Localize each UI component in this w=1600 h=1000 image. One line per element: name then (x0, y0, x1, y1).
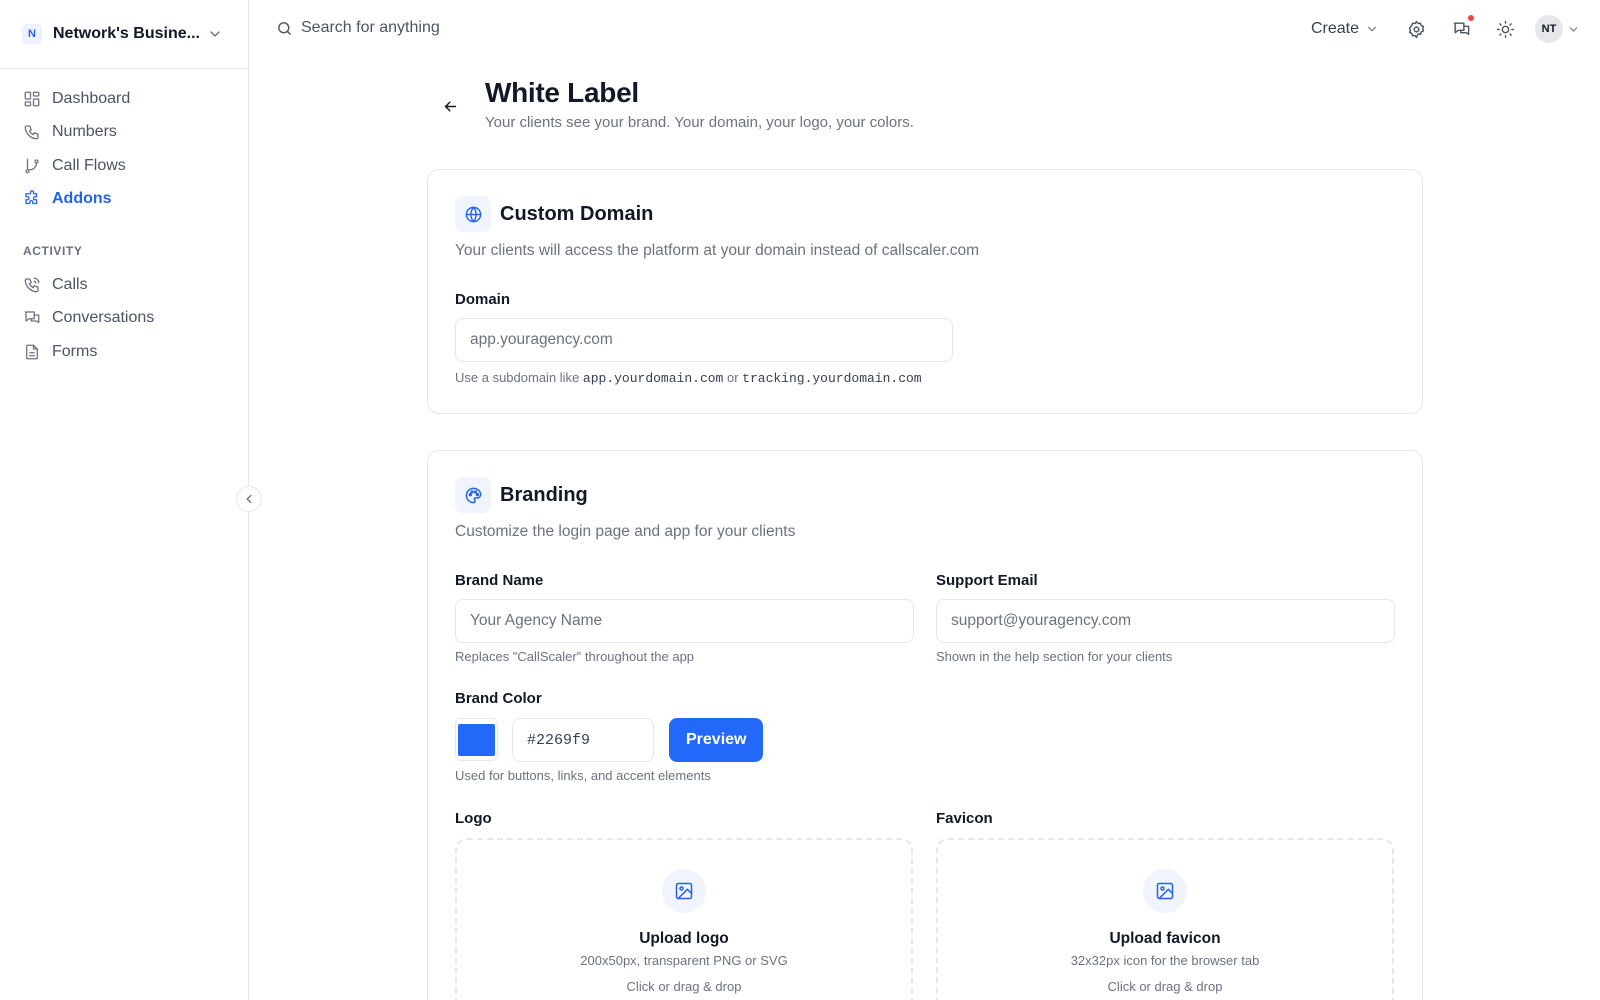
avatar: NT (1535, 15, 1563, 43)
notification-badge (1467, 14, 1475, 22)
create-button[interactable]: Create (1311, 18, 1379, 40)
preview-button[interactable]: Preview (669, 718, 764, 762)
dropzone-subtitle: 200x50px, transparent PNG or SVG (580, 953, 788, 968)
workspace-avatar: N (22, 24, 42, 44)
brand-name-input[interactable] (455, 599, 914, 643)
user-menu[interactable]: NT (1535, 15, 1580, 43)
palette-icon (465, 487, 481, 503)
sun-icon (1496, 20, 1514, 38)
hint-example: app.yourdomain.com (582, 371, 724, 386)
brand-color-label: Brand Color (455, 690, 542, 707)
hint-example: tracking.yourdomain.com (742, 371, 922, 386)
dropzone-title: Upload logo (639, 930, 729, 947)
sidebar-item-label: Numbers (52, 123, 117, 141)
domain-hint: Use a subdomain like app.yourdomain.com … (455, 370, 922, 386)
sidebar-item-label: Forms (52, 342, 98, 360)
sidebar-item-forms[interactable]: Forms (0, 335, 249, 369)
logo-label: Logo (455, 810, 492, 827)
support-email-input[interactable] (936, 599, 1395, 643)
nav-section-activity: ACTIVITY (23, 244, 83, 258)
dropzone-cta: Click or drag & drop (626, 979, 742, 994)
sidebar-item-calls[interactable]: Calls (0, 268, 249, 302)
domain-input[interactable] (455, 318, 953, 362)
gear-icon (1408, 20, 1424, 38)
arrow-left-icon (444, 101, 456, 111)
create-label: Create (1311, 20, 1360, 37)
dropzone-cta: Click or drag & drop (1107, 979, 1223, 994)
sidebar-item-label: Conversations (52, 309, 155, 327)
flow-icon (25, 158, 39, 174)
puzzle-icon (25, 190, 38, 205)
chevron-left-icon (246, 494, 252, 504)
phone-call-icon (24, 277, 40, 293)
sidebar-item-label: Dashboard (52, 89, 131, 107)
card-icon-wrap (455, 477, 491, 513)
domain-label: Domain (455, 291, 511, 308)
page-title: White Label (485, 77, 639, 108)
support-email-label: Support Email (936, 572, 1038, 589)
messages-button[interactable] (1450, 14, 1475, 40)
search-bar[interactable] (276, 19, 601, 37)
workspace-name: Network's Busine... (53, 25, 200, 42)
sidebar-item-addons[interactable]: Addons (0, 183, 249, 217)
main-nav: Dashboard Numbers Call Flows Addons (0, 82, 249, 216)
image-icon (675, 882, 693, 900)
brand-name-hint: Replaces "CallScaler" throughout the app (455, 649, 695, 664)
brand-name-label: Brand Name (455, 572, 544, 589)
brand-color-hint: Used for buttons, links, and accent elem… (455, 768, 711, 783)
globe-icon (465, 206, 481, 222)
logo-dropzone[interactable]: Upload logo 200x50px, transparent PNG or… (455, 838, 913, 1000)
favicon-dropzone[interactable]: Upload favicon 32x32px icon for the brow… (936, 838, 1394, 1000)
color-swatch (458, 723, 495, 756)
chevron-down-icon (1569, 26, 1578, 32)
chat-icon (1453, 21, 1469, 35)
image-icon (1156, 882, 1174, 900)
back-button[interactable] (439, 95, 461, 117)
sidebar-item-label: Addons (52, 190, 112, 208)
card-title: Branding (500, 483, 588, 506)
search-input[interactable] (301, 19, 601, 37)
card-header: Branding (455, 477, 588, 513)
support-email-hint: Shown in the help section for your clien… (936, 649, 1173, 664)
sidebar-item-dashboard[interactable]: Dashboard (0, 82, 249, 116)
search-icon (278, 21, 291, 35)
card-title: Custom Domain (500, 202, 654, 225)
hint-text: Use a subdomain like (455, 370, 580, 385)
workspace-switcher[interactable]: N Network's Busine... (0, 0, 249, 69)
hint-text: or (726, 370, 739, 385)
dashboard-icon (24, 91, 40, 107)
chat-icon (24, 311, 40, 324)
brand-color-input[interactable] (512, 718, 654, 762)
color-picker[interactable] (455, 718, 498, 761)
card-header: Custom Domain (455, 196, 653, 232)
branding-card: Branding Customize the login page and ap… (427, 450, 1423, 1000)
favicon-label: Favicon (936, 810, 993, 827)
form-icon (26, 344, 38, 360)
upload-icon-wrap (662, 869, 706, 913)
settings-button[interactable] (1405, 18, 1427, 40)
custom-domain-card: Custom Domain Your clients will access t… (427, 169, 1423, 414)
sidebar-item-conversations[interactable]: Conversations (0, 302, 249, 336)
page-subtitle: Your clients see your brand. Your domain… (485, 114, 914, 131)
dropzone-title: Upload favicon (1109, 930, 1221, 947)
card-icon-wrap (455, 196, 491, 232)
chevron-down-icon (1367, 26, 1377, 32)
activity-nav: Calls Conversations Forms (0, 268, 249, 369)
collapse-sidebar-button[interactable] (236, 486, 262, 512)
sidebar: N Network's Busine... Dashboard Numbers … (0, 0, 249, 1000)
sidebar-item-numbers[interactable]: Numbers (0, 116, 249, 150)
sidebar-item-call-flows[interactable]: Call Flows (0, 149, 249, 183)
chevron-down-icon (207, 26, 223, 42)
dropzone-subtitle: 32x32px icon for the browser tab (1070, 953, 1260, 968)
upload-icon-wrap (1143, 869, 1187, 913)
card-description: Customize the login page and app for you… (455, 523, 796, 540)
sidebar-item-label: Call Flows (52, 156, 126, 174)
card-description: Your clients will access the platform at… (455, 242, 980, 259)
sidebar-item-label: Calls (52, 275, 88, 293)
phone-icon (24, 125, 39, 140)
theme-toggle[interactable] (1494, 18, 1516, 40)
